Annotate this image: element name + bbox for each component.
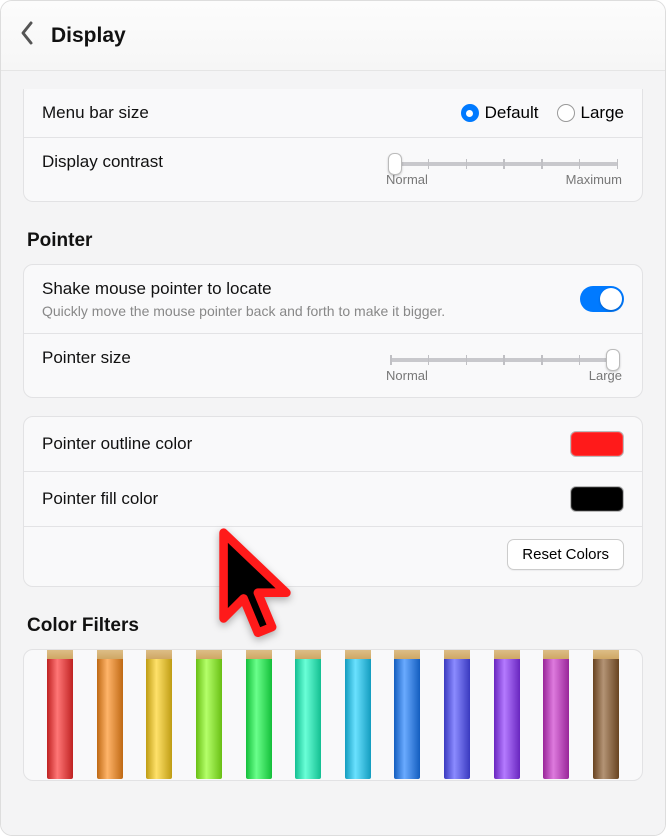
radio-label: Large xyxy=(581,103,624,123)
pointer-size-label: Pointer size xyxy=(42,348,384,368)
pencils-illustration xyxy=(24,650,642,780)
display-contrast-row: Display contrast Normal Maximum xyxy=(24,138,642,201)
reset-colors-button[interactable]: Reset Colors xyxy=(507,539,624,570)
pointer-outline-label: Pointer outline color xyxy=(42,434,570,454)
pointer-fill-color-swatch[interactable] xyxy=(570,486,624,512)
pointer-card-1: Shake mouse pointer to locate Quickly mo… xyxy=(23,264,643,398)
display-contrast-slider[interactable]: Normal Maximum xyxy=(384,152,624,187)
pencil-icon xyxy=(241,649,277,780)
pointer-outline-color-swatch[interactable] xyxy=(570,431,624,457)
shake-locate-desc: Quickly move the mouse pointer back and … xyxy=(42,303,580,319)
pencil-icon xyxy=(92,649,128,780)
pointer-size-row: Pointer size Normal Large xyxy=(24,334,642,397)
pencil-icon xyxy=(340,649,376,780)
header-bar: Display xyxy=(1,1,665,71)
radio-label: Default xyxy=(485,103,539,123)
pointer-outline-row: Pointer outline color xyxy=(24,417,642,472)
pointer-fill-label: Pointer fill color xyxy=(42,489,570,509)
pencil-icon xyxy=(538,649,574,780)
pencil-icon xyxy=(389,649,425,780)
shake-locate-label: Shake mouse pointer to locate xyxy=(42,279,580,299)
pencil-icon xyxy=(489,649,525,780)
radio-circle-icon xyxy=(557,104,575,122)
menu-bar-size-large-radio[interactable]: Large xyxy=(557,103,624,123)
pencil-icon xyxy=(191,649,227,780)
back-chevron-icon[interactable] xyxy=(17,19,37,52)
color-filters-card xyxy=(23,649,643,781)
shake-locate-toggle[interactable] xyxy=(580,286,624,312)
menu-bar-size-default-radio[interactable]: Default xyxy=(461,103,539,123)
menu-bar-size-radio-group: Default Large xyxy=(461,103,624,123)
pointer-section-title: Pointer xyxy=(27,230,643,252)
radio-circle-icon xyxy=(461,104,479,122)
slider-max-label: Maximum xyxy=(566,172,622,187)
display-contrast-label: Display contrast xyxy=(42,152,384,172)
pointer-size-slider[interactable]: Normal Large xyxy=(384,348,624,383)
pointer-fill-row: Pointer fill color xyxy=(24,472,642,527)
pencil-icon xyxy=(141,649,177,780)
display-card: Menu bar size Default Large Display cont… xyxy=(23,89,643,202)
pencil-icon xyxy=(290,649,326,780)
color-filters-section-title: Color Filters xyxy=(27,615,643,637)
reset-colors-row: Reset Colors xyxy=(24,527,642,586)
pencil-icon xyxy=(588,649,624,780)
page-title: Display xyxy=(51,24,126,48)
menu-bar-size-label: Menu bar size xyxy=(42,103,461,123)
slider-min-label: Normal xyxy=(386,368,428,383)
menu-bar-size-row: Menu bar size Default Large xyxy=(24,89,642,138)
settings-pane: Display Menu bar size Default Large Di xyxy=(0,0,666,836)
content-scroll: Menu bar size Default Large Display cont… xyxy=(1,71,665,836)
pencil-icon xyxy=(42,649,78,780)
shake-locate-row: Shake mouse pointer to locate Quickly mo… xyxy=(24,265,642,334)
pointer-card-2: Pointer outline color Pointer fill color… xyxy=(23,416,643,587)
pencil-icon xyxy=(439,649,475,780)
